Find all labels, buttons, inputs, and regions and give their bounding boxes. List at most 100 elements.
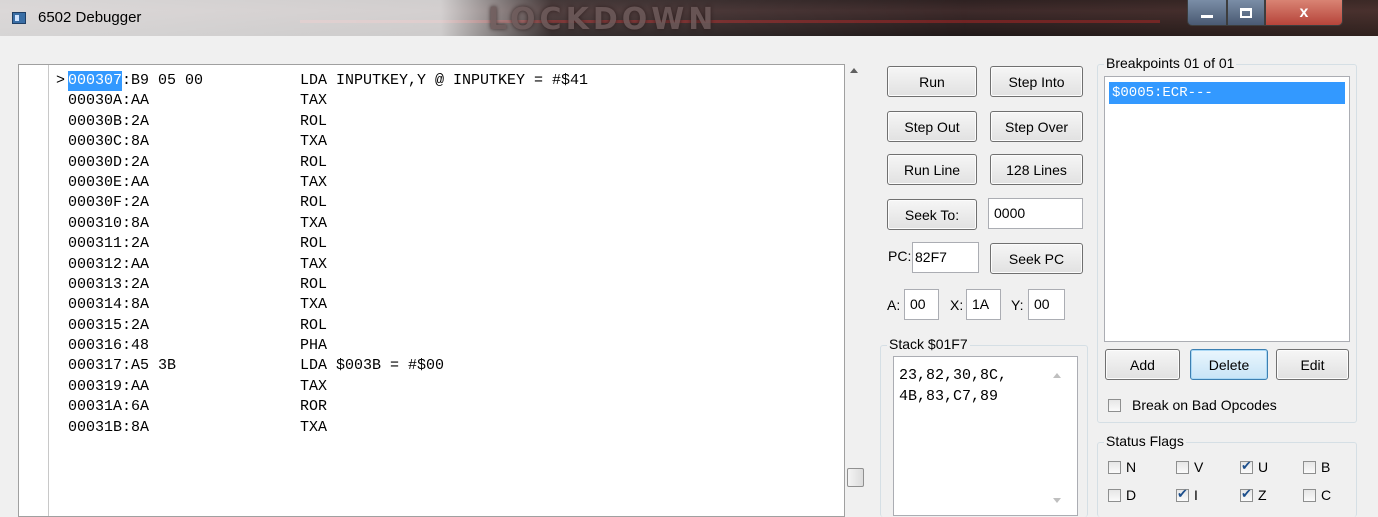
stack-line: 4B,83,C7,89	[899, 388, 999, 405]
disassembly-bytes: :A5 3B	[122, 357, 177, 375]
flag-i-checkbox[interactable]	[1176, 486, 1189, 502]
flag-z-checkbox[interactable]	[1240, 486, 1253, 502]
edit-breakpoint-button[interactable]: Edit	[1276, 349, 1349, 380]
disassembly-address: 00030B	[68, 112, 123, 130]
disassembly-line[interactable]: 00030E:AA TAX	[56, 173, 327, 193]
disassembly-line[interactable]: 000319:AA TAX	[56, 377, 327, 397]
break-on-bad-opcodes-checkbox[interactable]	[1108, 399, 1121, 412]
disassembly-line[interactable]: >000307:B9 05 00 LDA INPUTKEY,Y @ INPUTKE…	[56, 71, 588, 92]
minimize-button[interactable]	[1187, 0, 1227, 26]
disassembly-address: 000307	[68, 71, 123, 92]
disassembly-line[interactable]: 000317:A5 3B LDA $003B = #$00	[56, 356, 444, 376]
stack-scroll-down-icon[interactable]	[1053, 498, 1061, 503]
seek-pc-button[interactable]: Seek PC	[990, 243, 1083, 274]
disassembly-bytes: :8A	[122, 133, 150, 151]
flag-c-label[interactable]: C	[1321, 487, 1331, 503]
disassembly-line[interactable]: 000315:2A ROL	[56, 316, 327, 336]
flag-u-label[interactable]: U	[1258, 459, 1268, 475]
disassembly-instruction: TAX	[300, 255, 328, 273]
pc-field[interactable]: 82F7	[912, 242, 979, 273]
disassembly-address: 000312	[68, 255, 123, 273]
disassembly-line[interactable]: 000316:48 PHA	[56, 336, 327, 356]
breakpoints-list[interactable]: $0005:ECR---	[1104, 76, 1350, 342]
step-into-button[interactable]: Step Into	[990, 66, 1083, 97]
flag-b-label[interactable]: B	[1321, 459, 1330, 475]
disassembly-line[interactable]: 000312:AA TAX	[56, 255, 327, 275]
step-out-button[interactable]: Step Out	[887, 111, 977, 142]
disassembly-line[interactable]: 000311:2A ROL	[56, 234, 327, 254]
disassembly-bytes: :2A	[122, 194, 150, 212]
disassembly-line[interactable]: 000314:8A TXA	[56, 295, 327, 315]
disassembly-line[interactable]: 000310:8A TXA	[56, 214, 327, 234]
maximize-button[interactable]	[1227, 0, 1265, 26]
a-register-field[interactable]: 00	[904, 289, 939, 320]
disassembly-line[interactable]: 000313:2A ROL	[56, 275, 327, 295]
disassembly-instruction: TXA	[300, 296, 328, 314]
title-bar[interactable]: 6502 Debugger LOCKDOWN x	[0, 0, 1378, 36]
disassembly-line[interactable]: 00030C:8A TXA	[56, 132, 327, 152]
seek-to-address-field[interactable]: 0000	[988, 198, 1083, 229]
disassembly-address: 000311	[68, 235, 123, 253]
disassembly-bytes: :AA	[122, 255, 150, 273]
disassembly-instruction: ROL	[300, 153, 328, 171]
a-register-label: A:	[887, 297, 901, 313]
disassembly-view[interactable]: >000307:B9 05 00 LDA INPUTKEY,Y @ INPUTKE…	[18, 64, 845, 517]
y-register-field[interactable]: 00	[1028, 289, 1065, 320]
breakpoints-label: Breakpoints 01 of 01	[1104, 55, 1237, 71]
flag-u-checkbox[interactable]	[1240, 458, 1253, 474]
app-icon	[12, 12, 26, 24]
disassembly-line[interactable]: 00030A:AA TAX	[56, 91, 327, 111]
flag-b-checkbox[interactable]	[1303, 461, 1316, 474]
stack-scroll-up-icon[interactable]	[1053, 373, 1061, 378]
disassembly-bytes: :B9 05 00	[122, 72, 204, 89]
disassembly-address: 00030F	[68, 194, 123, 212]
disassembly-line[interactable]: 00031B:8A TXA	[56, 418, 327, 438]
disassembly-bytes: :8A	[122, 214, 150, 232]
disassembly-line[interactable]: 00030B:2A ROL	[56, 112, 327, 132]
step-over-button[interactable]: Step Over	[990, 111, 1083, 142]
disassembly-instruction: ROL	[300, 194, 328, 212]
disassembly-address: 00031A	[68, 398, 123, 416]
scroll-up-arrow-icon[interactable]	[850, 68, 858, 73]
stack-view[interactable]: 23,82,30,8C, 4B,83,C7,89	[893, 356, 1078, 516]
flag-c-checkbox[interactable]	[1303, 489, 1316, 502]
disassembly-address: 000317	[68, 357, 123, 375]
flag-n-label[interactable]: N	[1126, 459, 1136, 475]
flag-v-label[interactable]: V	[1194, 459, 1203, 475]
disassembly-address: 000319	[68, 377, 123, 395]
disassembly-bytes: :8A	[122, 296, 150, 314]
disassembly-instruction: PHA	[300, 337, 328, 355]
close-button[interactable]: x	[1265, 0, 1343, 26]
disassembly-line[interactable]: 00030D:2A ROL	[56, 153, 327, 173]
current-line-pointer: >	[56, 72, 66, 89]
disassembly-line[interactable]: 00030F:2A ROL	[56, 193, 327, 213]
scroll-thumb[interactable]	[847, 468, 864, 487]
breakpoint-item[interactable]: $0005:ECR---	[1109, 82, 1345, 104]
run-button[interactable]: Run	[887, 66, 977, 97]
add-breakpoint-button[interactable]: Add	[1105, 349, 1180, 380]
disassembly-bytes: :6A	[122, 398, 150, 416]
seek-to-button[interactable]: Seek To:	[887, 199, 977, 230]
flag-d-label[interactable]: D	[1126, 487, 1136, 503]
pc-label: PC:	[888, 248, 912, 264]
disassembly-address: 000310	[68, 214, 123, 232]
x-register-field[interactable]: 1A	[966, 289, 1001, 320]
disassembly-line[interactable]: 00031A:6A ROR	[56, 397, 327, 417]
128-lines-button[interactable]: 128 Lines	[990, 154, 1083, 185]
flag-v-checkbox[interactable]	[1176, 461, 1189, 474]
close-icon: x	[1299, 3, 1309, 21]
disassembly-address: 00030D	[68, 153, 123, 171]
run-line-button[interactable]: Run Line	[887, 154, 977, 185]
flag-d-checkbox[interactable]	[1108, 489, 1121, 502]
disassembly-instruction: TXA	[300, 214, 328, 232]
flag-i-label[interactable]: I	[1194, 487, 1198, 503]
flag-n-checkbox[interactable]	[1108, 461, 1121, 474]
maximize-icon	[1240, 7, 1252, 18]
flag-z-label[interactable]: Z	[1258, 487, 1267, 503]
delete-breakpoint-button[interactable]: Delete	[1190, 349, 1268, 380]
disassembly-address: 00030A	[68, 92, 123, 110]
break-on-bad-opcodes-label[interactable]: Break on Bad Opcodes	[1132, 397, 1277, 413]
disassembly-bytes: :2A	[122, 112, 150, 130]
disassembly-gutter[interactable]	[19, 65, 49, 516]
disassembly-scrollbar[interactable]	[845, 64, 866, 517]
